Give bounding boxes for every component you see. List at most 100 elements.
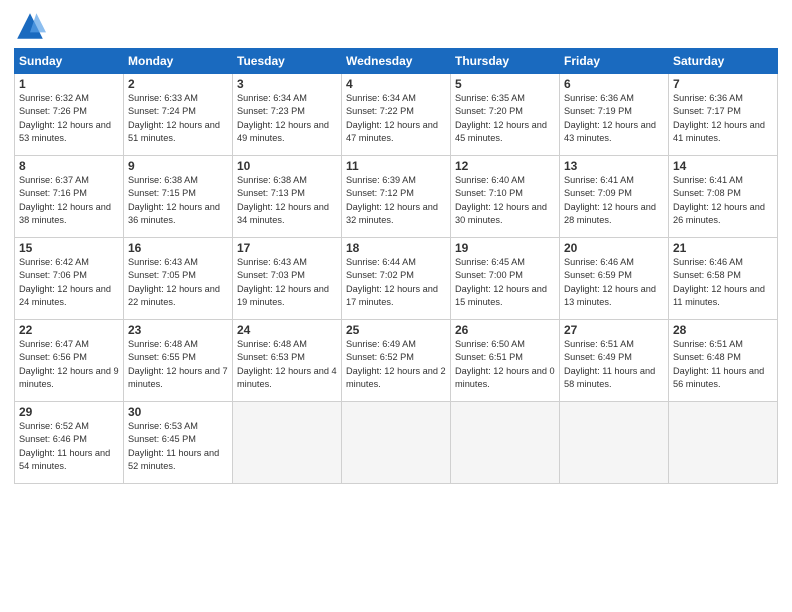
day-info: Sunrise: 6:51 AMSunset: 6:49 PMDaylight:… — [564, 338, 664, 391]
calendar-cell: 19Sunrise: 6:45 AMSunset: 7:00 PMDayligh… — [451, 238, 560, 320]
calendar-cell: 13Sunrise: 6:41 AMSunset: 7:09 PMDayligh… — [560, 156, 669, 238]
day-number: 5 — [455, 77, 555, 91]
day-info: Sunrise: 6:41 AMSunset: 7:09 PMDaylight:… — [564, 174, 664, 227]
day-number: 30 — [128, 405, 228, 419]
day-info: Sunrise: 6:32 AMSunset: 7:26 PMDaylight:… — [19, 92, 119, 145]
day-info: Sunrise: 6:48 AMSunset: 6:55 PMDaylight:… — [128, 338, 228, 391]
calendar-cell: 29Sunrise: 6:52 AMSunset: 6:46 PMDayligh… — [15, 402, 124, 484]
day-info: Sunrise: 6:35 AMSunset: 7:20 PMDaylight:… — [455, 92, 555, 145]
day-number: 15 — [19, 241, 119, 255]
day-number: 3 — [237, 77, 337, 91]
day-info: Sunrise: 6:36 AMSunset: 7:19 PMDaylight:… — [564, 92, 664, 145]
day-number: 2 — [128, 77, 228, 91]
calendar-cell: 9Sunrise: 6:38 AMSunset: 7:15 PMDaylight… — [124, 156, 233, 238]
calendar-cell: 12Sunrise: 6:40 AMSunset: 7:10 PMDayligh… — [451, 156, 560, 238]
calendar-cell: 27Sunrise: 6:51 AMSunset: 6:49 PMDayligh… — [560, 320, 669, 402]
calendar-cell: 23Sunrise: 6:48 AMSunset: 6:55 PMDayligh… — [124, 320, 233, 402]
day-info: Sunrise: 6:41 AMSunset: 7:08 PMDaylight:… — [673, 174, 773, 227]
calendar-cell: 6Sunrise: 6:36 AMSunset: 7:19 PMDaylight… — [560, 74, 669, 156]
day-number: 18 — [346, 241, 446, 255]
th-monday: Monday — [124, 49, 233, 74]
header-row: Sunday Monday Tuesday Wednesday Thursday… — [15, 49, 778, 74]
day-number: 19 — [455, 241, 555, 255]
day-number: 29 — [19, 405, 119, 419]
header — [14, 10, 778, 42]
th-thursday: Thursday — [451, 49, 560, 74]
calendar-cell: 2Sunrise: 6:33 AMSunset: 7:24 PMDaylight… — [124, 74, 233, 156]
logo — [14, 10, 50, 42]
day-number: 17 — [237, 241, 337, 255]
calendar-week-2: 8Sunrise: 6:37 AMSunset: 7:16 PMDaylight… — [15, 156, 778, 238]
day-info: Sunrise: 6:43 AMSunset: 7:05 PMDaylight:… — [128, 256, 228, 309]
calendar-cell: 15Sunrise: 6:42 AMSunset: 7:06 PMDayligh… — [15, 238, 124, 320]
day-number: 23 — [128, 323, 228, 337]
calendar-week-3: 15Sunrise: 6:42 AMSunset: 7:06 PMDayligh… — [15, 238, 778, 320]
th-saturday: Saturday — [669, 49, 778, 74]
day-number: 16 — [128, 241, 228, 255]
day-info: Sunrise: 6:37 AMSunset: 7:16 PMDaylight:… — [19, 174, 119, 227]
day-number: 8 — [19, 159, 119, 173]
day-number: 14 — [673, 159, 773, 173]
calendar-cell: 25Sunrise: 6:49 AMSunset: 6:52 PMDayligh… — [342, 320, 451, 402]
calendar-cell — [560, 402, 669, 484]
day-info: Sunrise: 6:34 AMSunset: 7:23 PMDaylight:… — [237, 92, 337, 145]
day-number: 20 — [564, 241, 664, 255]
calendar-week-5: 29Sunrise: 6:52 AMSunset: 6:46 PMDayligh… — [15, 402, 778, 484]
calendar-table: Sunday Monday Tuesday Wednesday Thursday… — [14, 48, 778, 484]
day-number: 26 — [455, 323, 555, 337]
calendar-container: Sunday Monday Tuesday Wednesday Thursday… — [0, 0, 792, 612]
day-info: Sunrise: 6:46 AMSunset: 6:58 PMDaylight:… — [673, 256, 773, 309]
day-number: 13 — [564, 159, 664, 173]
th-sunday: Sunday — [15, 49, 124, 74]
day-number: 4 — [346, 77, 446, 91]
day-info: Sunrise: 6:46 AMSunset: 6:59 PMDaylight:… — [564, 256, 664, 309]
day-info: Sunrise: 6:48 AMSunset: 6:53 PMDaylight:… — [237, 338, 337, 391]
calendar-cell: 26Sunrise: 6:50 AMSunset: 6:51 PMDayligh… — [451, 320, 560, 402]
day-number: 25 — [346, 323, 446, 337]
day-info: Sunrise: 6:42 AMSunset: 7:06 PMDaylight:… — [19, 256, 119, 309]
th-tuesday: Tuesday — [233, 49, 342, 74]
th-wednesday: Wednesday — [342, 49, 451, 74]
logo-icon — [14, 10, 46, 42]
calendar-cell: 14Sunrise: 6:41 AMSunset: 7:08 PMDayligh… — [669, 156, 778, 238]
day-number: 22 — [19, 323, 119, 337]
calendar-cell — [342, 402, 451, 484]
calendar-cell: 30Sunrise: 6:53 AMSunset: 6:45 PMDayligh… — [124, 402, 233, 484]
calendar-cell: 22Sunrise: 6:47 AMSunset: 6:56 PMDayligh… — [15, 320, 124, 402]
day-info: Sunrise: 6:34 AMSunset: 7:22 PMDaylight:… — [346, 92, 446, 145]
calendar-cell — [233, 402, 342, 484]
day-number: 6 — [564, 77, 664, 91]
day-info: Sunrise: 6:39 AMSunset: 7:12 PMDaylight:… — [346, 174, 446, 227]
day-number: 21 — [673, 241, 773, 255]
th-friday: Friday — [560, 49, 669, 74]
calendar-cell: 28Sunrise: 6:51 AMSunset: 6:48 PMDayligh… — [669, 320, 778, 402]
day-number: 24 — [237, 323, 337, 337]
day-info: Sunrise: 6:43 AMSunset: 7:03 PMDaylight:… — [237, 256, 337, 309]
calendar-cell — [669, 402, 778, 484]
calendar-cell: 10Sunrise: 6:38 AMSunset: 7:13 PMDayligh… — [233, 156, 342, 238]
calendar-cell: 20Sunrise: 6:46 AMSunset: 6:59 PMDayligh… — [560, 238, 669, 320]
day-info: Sunrise: 6:51 AMSunset: 6:48 PMDaylight:… — [673, 338, 773, 391]
calendar-cell: 5Sunrise: 6:35 AMSunset: 7:20 PMDaylight… — [451, 74, 560, 156]
calendar-cell: 7Sunrise: 6:36 AMSunset: 7:17 PMDaylight… — [669, 74, 778, 156]
day-number: 9 — [128, 159, 228, 173]
calendar-week-4: 22Sunrise: 6:47 AMSunset: 6:56 PMDayligh… — [15, 320, 778, 402]
day-info: Sunrise: 6:50 AMSunset: 6:51 PMDaylight:… — [455, 338, 555, 391]
calendar-cell: 1Sunrise: 6:32 AMSunset: 7:26 PMDaylight… — [15, 74, 124, 156]
day-info: Sunrise: 6:40 AMSunset: 7:10 PMDaylight:… — [455, 174, 555, 227]
day-number: 10 — [237, 159, 337, 173]
calendar-week-1: 1Sunrise: 6:32 AMSunset: 7:26 PMDaylight… — [15, 74, 778, 156]
calendar-cell: 4Sunrise: 6:34 AMSunset: 7:22 PMDaylight… — [342, 74, 451, 156]
day-info: Sunrise: 6:38 AMSunset: 7:13 PMDaylight:… — [237, 174, 337, 227]
calendar-cell: 21Sunrise: 6:46 AMSunset: 6:58 PMDayligh… — [669, 238, 778, 320]
calendar-cell: 18Sunrise: 6:44 AMSunset: 7:02 PMDayligh… — [342, 238, 451, 320]
day-info: Sunrise: 6:45 AMSunset: 7:00 PMDaylight:… — [455, 256, 555, 309]
day-info: Sunrise: 6:53 AMSunset: 6:45 PMDaylight:… — [128, 420, 228, 473]
calendar-cell — [451, 402, 560, 484]
day-number: 11 — [346, 159, 446, 173]
day-info: Sunrise: 6:47 AMSunset: 6:56 PMDaylight:… — [19, 338, 119, 391]
day-number: 28 — [673, 323, 773, 337]
calendar-cell: 16Sunrise: 6:43 AMSunset: 7:05 PMDayligh… — [124, 238, 233, 320]
day-info: Sunrise: 6:49 AMSunset: 6:52 PMDaylight:… — [346, 338, 446, 391]
calendar-cell: 24Sunrise: 6:48 AMSunset: 6:53 PMDayligh… — [233, 320, 342, 402]
